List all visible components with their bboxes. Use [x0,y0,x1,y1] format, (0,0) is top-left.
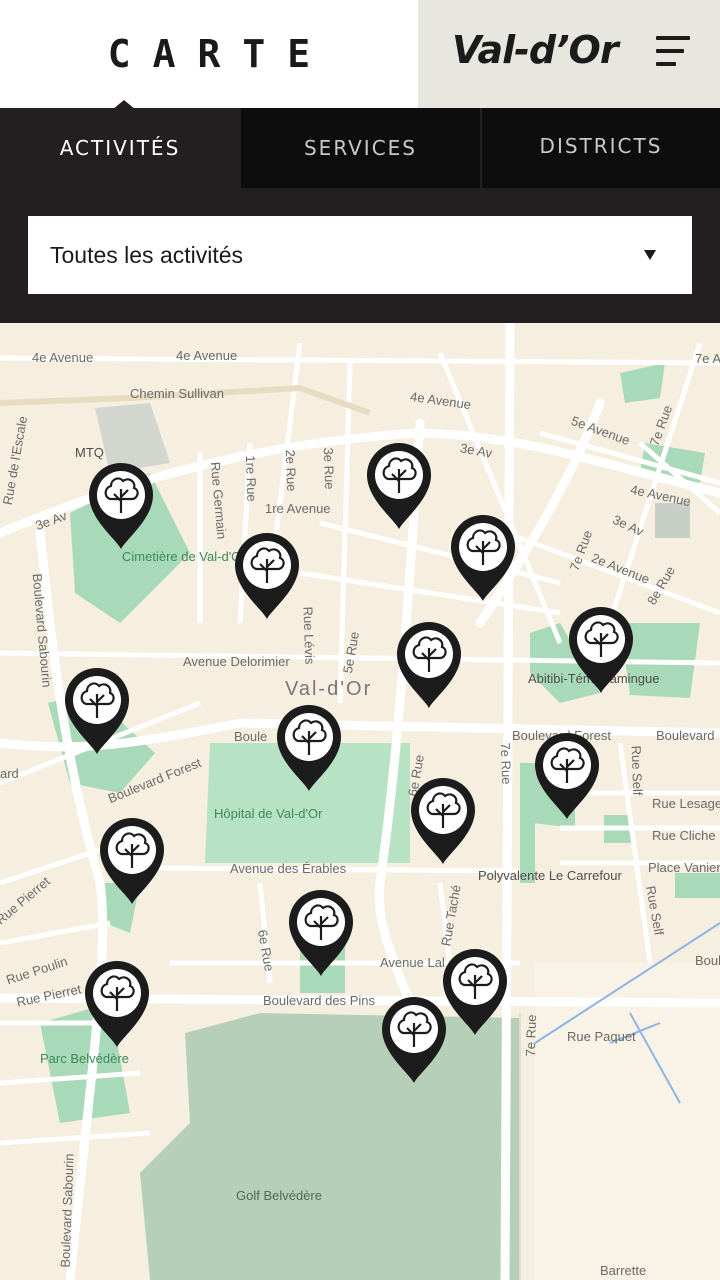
map-label: 7e Rue [522,1014,540,1057]
map-label: Val-d'Or [285,678,373,700]
map-label: MTQ [75,445,104,460]
tree-pin-icon[interactable] [440,947,510,1037]
map-label: 7e Av [695,351,720,366]
tree-pin-icon[interactable] [364,441,434,531]
tree-pin-icon[interactable] [286,888,356,978]
title-area: CARTE [0,0,418,108]
app-header: CARTE Val-d’Or [0,0,720,108]
tab-activites-label: ACTIVITÉS [59,136,181,160]
tree-pin-icon[interactable] [62,666,132,756]
tree-pin-icon[interactable] [394,620,464,710]
caret-down-icon [644,250,656,260]
tab-services[interactable]: SERVICES [241,108,480,188]
brand-area: Val-d’Or [418,0,720,108]
map-view[interactable]: 4e Avenue 4e Avenue 4e Avenue 4e Avenue … [0,323,720,1280]
map-label: Chemin Sullivan [130,386,224,401]
map-label: Cimetière de Val-d'Or [122,549,246,564]
map-label: Avenue Delorimier [183,654,290,669]
map-label: Boul [695,953,720,968]
map-label: 1re Rue [242,455,260,502]
map-label: Polyvalente Le Carrefour [478,868,622,883]
map-label: 4e Avenue [176,348,238,363]
map-label: Boulevard des Pins [263,993,376,1008]
map-label: Boulevard [656,728,715,743]
map-label: 1re Avenue [265,501,331,516]
category-tabs: ACTIVITÉS SERVICES DISTRICTS [0,108,720,188]
activity-filter-value: Toutes les activités [50,241,244,268]
tab-services-label: SERVICES [303,136,417,160]
map-label: Rue Paquet [567,1029,636,1044]
hamburger-menu-icon[interactable] [656,34,694,68]
map-label: Rue Self [628,745,646,796]
map-label: Rue Lesage [652,796,720,811]
tree-pin-icon[interactable] [86,461,156,551]
map-label: Avenue des Érables [230,861,347,876]
map-label: 7e Rue [497,742,515,785]
tree-pin-icon[interactable] [232,531,302,621]
map-label: 3e Rue [320,447,338,490]
tree-pin-icon[interactable] [82,959,152,1049]
map-label: 2e Rue [282,449,300,492]
tree-pin-icon[interactable] [532,731,602,821]
map-label: Parc Belvédère [40,1051,129,1066]
map-label: ard [0,766,19,781]
map-label: Rue Cliche [652,828,716,843]
map-label: Barrette [600,1263,647,1278]
map-label: Golf Belvédère [236,1188,322,1203]
tree-pin-icon[interactable] [379,995,449,1085]
map-label: 4e Avenue [32,350,94,365]
tab-activites[interactable]: ACTIVITÉS [0,108,240,188]
map-label: Boule [234,729,268,744]
tab-districts-label: DISTRICTS [539,134,663,158]
brand-logo[interactable]: Val-d’Or [452,28,619,72]
map-label: Rue Lévis [300,606,318,665]
page-title: CARTE [107,32,333,76]
map-label: Hôpital de Val-d'Or [214,806,323,821]
filter-bar: Toutes les activités [0,188,720,323]
tree-pin-icon[interactable] [408,776,478,866]
map-label: Avenue Lal [380,955,445,970]
tab-districts[interactable]: DISTRICTS [482,108,720,188]
tree-pin-icon[interactable] [274,703,344,793]
activity-filter-select[interactable]: Toutes les activités [28,216,692,294]
tree-pin-icon[interactable] [566,605,636,695]
tree-pin-icon[interactable] [97,816,167,906]
active-tab-indicator [112,100,136,110]
tree-pin-icon[interactable] [448,513,518,603]
map-label: Place Vanier [648,860,720,875]
